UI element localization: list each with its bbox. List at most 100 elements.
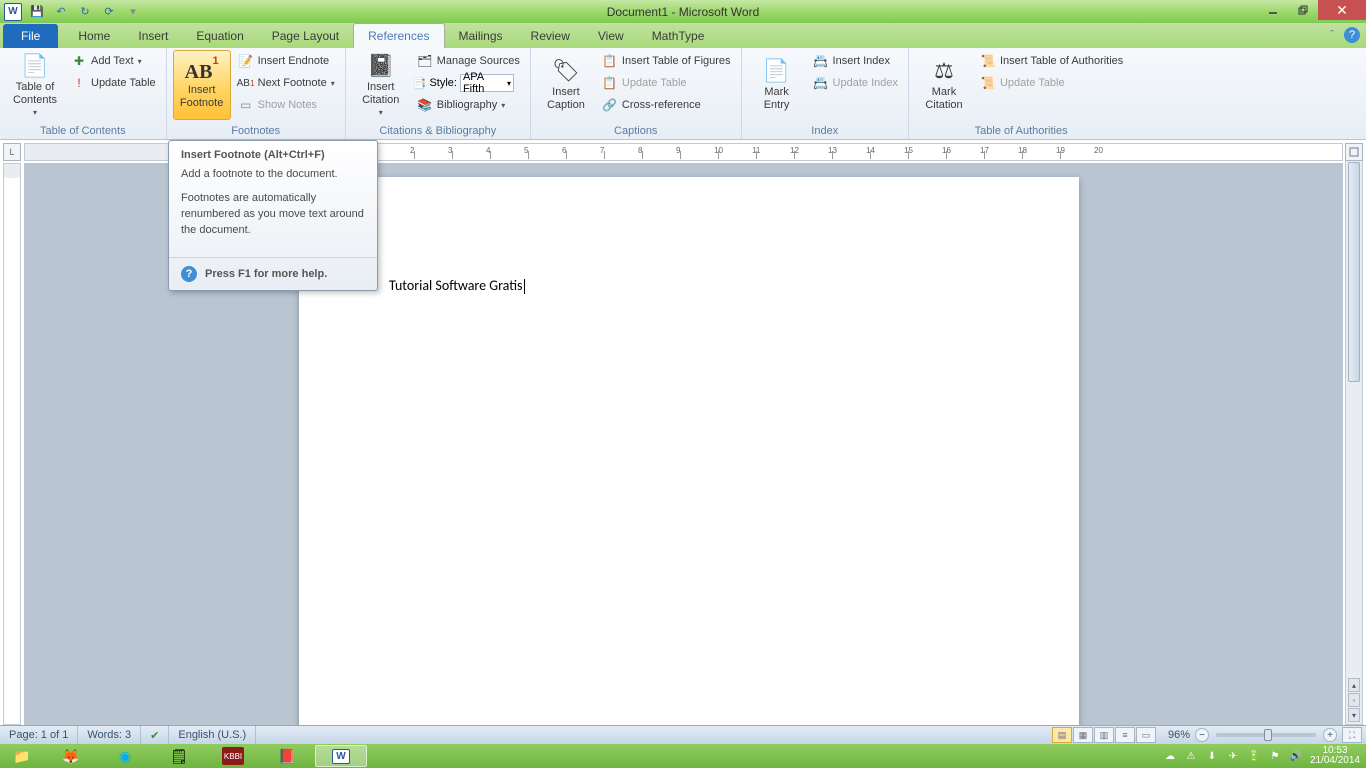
mark-citation-button[interactable]: ⚖ Mark Citation [915, 50, 973, 120]
vertical-scrollbar[interactable]: ▴ ◦ ▾ [1345, 143, 1363, 725]
tray-action-center-icon[interactable]: ⚑ [1268, 749, 1282, 763]
update-toa-button[interactable]: 📜Update Table [976, 72, 1127, 94]
taskbar-kbbi[interactable]: KBBI [207, 745, 259, 767]
citation-style-row: 📑 Style: APA Fifth▾ [413, 72, 524, 94]
restore-button[interactable] [1288, 0, 1318, 20]
view-outline-button[interactable]: ≡ [1115, 727, 1135, 743]
help-badge-icon: ? [181, 266, 197, 282]
taskbar-explorer[interactable]: 📁 [1, 745, 43, 767]
status-language[interactable]: English (U.S.) [169, 726, 256, 744]
taskbar-word[interactable]: W [315, 745, 367, 767]
undo-icon[interactable]: ↶ [50, 2, 72, 22]
citation-icon: 📓 [367, 53, 394, 79]
view-print-layout-button[interactable]: ▤ [1052, 727, 1072, 743]
tray-airplane-icon[interactable]: ✈ [1226, 749, 1240, 763]
view-draft-button[interactable]: ▭ [1136, 727, 1156, 743]
next-page-button[interactable]: ▾ [1348, 708, 1360, 722]
insert-index-button[interactable]: 📇Insert Index [809, 50, 902, 72]
minimize-ribbon-icon[interactable]: ˆ [1324, 27, 1340, 43]
document-text[interactable]: Tutorial Software Gratis [389, 277, 523, 294]
add-text-button[interactable]: ✚Add Text [67, 50, 160, 72]
manage-sources-button[interactable]: 🗂Manage Sources [413, 50, 524, 72]
taskbar-firefox[interactable]: 🦊 [45, 745, 97, 767]
insert-footnote-button[interactable]: AB1 Insert Footnote [173, 50, 231, 120]
update-captions-button[interactable]: 📋Update Table [598, 72, 735, 94]
zoom-slider[interactable] [1216, 733, 1316, 737]
tray-warning-icon[interactable]: ⚠ [1184, 749, 1198, 763]
show-notes-icon: ▭ [238, 97, 254, 113]
zoom-slider-thumb[interactable] [1264, 729, 1272, 741]
insert-endnote-button[interactable]: 📝Insert Endnote [234, 50, 339, 72]
update-index-button[interactable]: 📇Update Index [809, 72, 902, 94]
mark-entry-label: Mark Entry [764, 86, 790, 112]
view-fullscreen-button[interactable]: ▦ [1073, 727, 1093, 743]
help-icon[interactable]: ? [1344, 27, 1360, 43]
status-proofing[interactable]: ✔ [141, 726, 169, 744]
insert-caption-button[interactable]: 🏷 Insert Caption [537, 50, 595, 120]
table-of-contents-button[interactable]: 📄 Table of Contents [6, 50, 64, 120]
tab-insert[interactable]: Insert [124, 24, 182, 48]
status-words[interactable]: Words: 3 [78, 726, 141, 744]
tab-mailings[interactable]: Mailings [445, 24, 517, 48]
zoom-fit-button[interactable]: ⛶ [1342, 727, 1362, 743]
tab-selector[interactable]: L [3, 143, 21, 161]
zoom-out-button[interactable]: − [1195, 728, 1209, 742]
footnote-label: Insert Footnote [180, 84, 223, 110]
word-app-icon[interactable]: W [2, 2, 24, 22]
minimize-button[interactable] [1258, 0, 1288, 20]
tab-review[interactable]: Review [517, 24, 584, 48]
footnote-icon: AB1 [185, 60, 219, 84]
taskbar-clock[interactable]: 10:53 21/04/2014 [1310, 746, 1360, 767]
zoom-in-button[interactable]: + [1323, 728, 1337, 742]
cross-reference-button[interactable]: 🔗Cross-reference [598, 94, 735, 116]
group-index-label: Index [748, 123, 902, 139]
view-web-button[interactable]: ▥ [1094, 727, 1114, 743]
show-notes-button[interactable]: ▭Show Notes [234, 94, 339, 116]
tab-references[interactable]: References [353, 23, 444, 48]
zoom-level[interactable]: 96% [1164, 729, 1194, 741]
taskbar-app-blue[interactable]: ◉ [99, 745, 151, 767]
refresh-icon[interactable]: ⟳ [98, 2, 120, 22]
tray-battery-icon[interactable]: 🔋 [1247, 749, 1261, 763]
page[interactable]: Tutorial Software Gratis [299, 177, 1079, 725]
tab-equation[interactable]: Equation [182, 24, 257, 48]
prev-page-button[interactable]: ▴ [1348, 678, 1360, 692]
insert-tof-button[interactable]: 📋Insert Table of Figures [598, 50, 735, 72]
tof-icon: 📋 [602, 53, 618, 69]
mark-citation-icon: ⚖ [934, 58, 954, 84]
browse-object-button[interactable]: ◦ [1348, 693, 1360, 707]
tab-view[interactable]: View [584, 24, 638, 48]
book-icon: 📕 [276, 747, 298, 765]
scrollbar-thumb[interactable] [1348, 162, 1360, 382]
tray-volume-icon[interactable]: 🔊 [1289, 749, 1303, 763]
tooltip-p2: Footnotes are automatically renumbered a… [181, 191, 365, 239]
tab-file[interactable]: File [3, 24, 58, 48]
blue-orb-icon: ◉ [114, 747, 136, 765]
next-footnote-icon: AB1 [238, 75, 254, 91]
save-icon[interactable]: 💾 [26, 2, 48, 22]
insert-toa-button[interactable]: 📜Insert Table of Authorities [976, 50, 1127, 72]
tray-dropbox-icon[interactable]: ☁ [1163, 749, 1177, 763]
tray-idm-icon[interactable]: ⬇ [1205, 749, 1219, 763]
status-page[interactable]: Page: 1 of 1 [0, 726, 78, 744]
vertical-ruler[interactable] [3, 163, 21, 725]
tab-home[interactable]: Home [64, 24, 124, 48]
ribbon-tabs: File Home Insert Equation Page Layout Re… [0, 23, 1366, 48]
mark-entry-button[interactable]: 📄 Mark Entry [748, 50, 806, 120]
insert-toa-icon: 📜 [980, 53, 996, 69]
taskbar-book[interactable]: 📕 [261, 745, 313, 767]
citation-style-combo[interactable]: APA Fifth▾ [460, 74, 514, 92]
tab-page-layout[interactable]: Page Layout [258, 24, 353, 48]
insert-citation-button[interactable]: 📓 Insert Citation [352, 50, 410, 120]
book-red-icon: KBBI [222, 747, 244, 765]
ruler-toggle-button[interactable] [1345, 143, 1363, 161]
tab-mathtype[interactable]: MathType [638, 24, 719, 48]
taskbar-notes[interactable]: 🗒 [153, 745, 205, 767]
bibliography-button[interactable]: 📚Bibliography [413, 94, 524, 116]
qat-customize-icon[interactable]: ▾ [122, 2, 144, 22]
redo-icon[interactable]: ↻ [74, 2, 96, 22]
update-toc-button[interactable]: !Update Table [67, 72, 160, 94]
next-footnote-button[interactable]: AB1Next Footnote [234, 72, 339, 94]
close-button[interactable]: ✕ [1318, 0, 1366, 20]
quick-access-toolbar: W 💾 ↶ ↻ ⟳ ▾ [0, 2, 144, 22]
